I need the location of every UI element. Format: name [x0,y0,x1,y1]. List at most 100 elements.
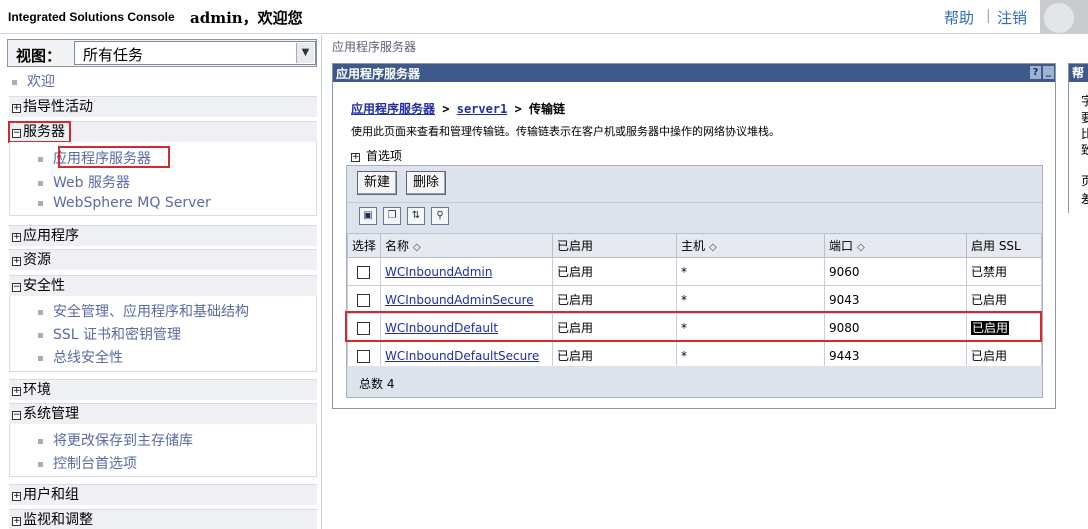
nav-welcome-link[interactable]: 欢迎 [12,71,55,91]
help-icon[interactable]: ? [1030,66,1041,79]
breadcrumb-current: 传输链 [529,102,566,116]
col-host[interactable]: 主机 ◇ [676,233,825,258]
row-checkbox[interactable] [357,293,370,307]
show-filter-icon[interactable]: ⇅ [407,207,425,225]
bullet-icon [38,461,43,467]
transport-chain-table: 选择 名称 ◇ 已启用 主机 ◇ 端口 ◇ 启用 SSL WCInboundAdmin… [347,233,1042,370]
nav-group-label: 用户和组 [23,487,79,503]
view-select-value: 所有任务 [83,46,144,64]
bullet-icon [38,180,43,186]
host-cell: * [676,285,825,314]
new-button[interactable]: 新建 [357,171,397,195]
chevron-down-icon[interactable]: ▼ [296,43,314,63]
host-cell: * [676,257,825,286]
expand-icon[interactable]: + [12,517,21,526]
nav-group-environment[interactable]: + 环境 [9,379,317,400]
col-port[interactable]: 端口 ◇ [824,233,967,258]
expand-icon[interactable]: + [12,104,21,113]
nav-item-ssl[interactable]: SSL 证书和密钥管理 [38,324,181,344]
expand-icon[interactable]: + [12,387,21,396]
sort-icon[interactable]: ◇ [709,242,717,253]
col-ssl: 启用 SSL [966,233,1042,258]
breadcrumb-separator: > [514,102,522,116]
highlight-box [8,121,71,143]
nav-item-label: 总线安全性 [53,350,123,366]
help-panel-title: 帮 [1069,64,1088,82]
col-name[interactable]: 名称 ◇ [380,233,553,258]
breadcrumb-app-servers[interactable]: 应用程序服务器 [351,102,435,116]
expand-icon[interactable]: + [12,257,21,266]
nav-item-label: 安全管理、应用程序和基础结构 [53,304,249,320]
row-checkbox[interactable] [357,349,370,363]
welcome-text: admin，欢迎您 [190,9,303,27]
nav-group-applications[interactable]: + 应用程序 [9,225,317,246]
total-count: 总数 4 [359,377,395,391]
port-cell: 9043 [824,285,967,314]
nav-group-label: 监视和调整 [23,512,93,528]
expand-icon[interactable]: + [12,492,21,501]
bullet-icon [38,438,43,444]
panel-header: 应用程序服务器 ? _ [333,64,1055,82]
nav-group-label: 安全性 [23,278,65,294]
nav-item-console-prefs[interactable]: 控制台首选项 [38,453,137,473]
nav-item-label: 控制台首选项 [53,456,137,472]
preferences-toggle[interactable]: + 首选项 [351,147,402,164]
help-link[interactable]: 帮助 [944,7,974,28]
nav-group-label: 资源 [23,252,51,268]
nav-item-mq-server[interactable]: WebSphere MQ Server [38,195,211,211]
panel-title: 应用程序服务器 [336,67,421,81]
brand-logo [1040,0,1088,34]
nav-group-guided[interactable]: + 指导性活动 [9,96,317,117]
chain-name-link[interactable]: WCInboundDefaultSecure [385,349,539,363]
select-all-icon[interactable]: ▣ [359,207,377,225]
navigation-tree: 视图： 所有任务 ▼ 欢迎 + 指导性活动 − 服务器 应用程序服务器 Web 服务… [0,35,322,529]
nav-item-security-admin[interactable]: 安全管理、应用程序和基础结构 [38,301,249,321]
nav-item-bus-security[interactable]: 总线安全性 [38,347,123,367]
breadcrumb-server1[interactable]: server1 [457,102,508,116]
chain-name-link[interactable]: WCInboundAdminSecure [385,293,534,307]
delete-button[interactable]: 删除 [406,171,446,195]
nav-item-save-changes[interactable]: 将更改保存到主存储库 [38,430,193,450]
expand-icon[interactable]: + [351,153,360,162]
nav-item-label: WebSphere MQ Server [53,195,211,211]
view-select[interactable]: 所有任务 ▼ [74,41,316,65]
table-header-row: 选择 名称 ◇ 已启用 主机 ◇ 端口 ◇ 启用 SSL [347,233,1042,258]
collapse-icon[interactable]: − [12,411,21,420]
expand-icon[interactable]: + [12,233,21,242]
minimize-icon[interactable]: _ [1043,66,1054,79]
help-text-fragment: 页 [1081,174,1088,188]
nav-group-sysadmin[interactable]: − 系统管理 [9,403,317,424]
nav-group-label: 指导性活动 [23,99,93,115]
bullet-icon [38,156,43,162]
bullet-icon [38,355,43,361]
clear-filter-icon[interactable]: ⚲ [431,207,449,225]
nav-group-label: 应用程序 [23,228,79,244]
enabled-cell: 已启用 [552,257,677,286]
button-bar: 新建 删除 [347,166,1042,199]
nav-item-web-servers[interactable]: Web 服务器 [38,172,130,192]
nav-group-label: 环境 [23,382,51,398]
table-row: WCInboundAdminSecure 已启用 * 9043 已启用 [347,285,1042,314]
nav-item-label: Web 服务器 [53,175,130,191]
bullet-icon [38,200,43,206]
breadcrumb: 应用程序服务器 > server1 > 传输链 [351,100,565,117]
table-row: WCInboundAdmin 已启用 * 9060 已禁用 [347,257,1042,286]
nav-group-users[interactable]: + 用户和组 [9,484,317,505]
collapse-icon[interactable]: − [12,283,21,292]
sort-icon[interactable]: ◇ [413,242,421,253]
nav-group-monitoring[interactable]: + 监视和调整 [9,509,317,529]
nav-group-resources[interactable]: + 资源 [9,249,317,270]
sort-icon[interactable]: ◇ [857,242,865,253]
nav-item-label: SSL 证书和密钥管理 [53,327,182,343]
help-text-fragment: 致 [1081,143,1088,157]
chain-name-link[interactable]: WCInboundAdmin [385,265,492,279]
deselect-all-icon[interactable]: ❐ [383,207,401,225]
row-checkbox[interactable] [357,265,370,279]
logout-link[interactable]: 注销 [997,7,1027,28]
bullet-icon [38,332,43,338]
breadcrumb-separator: > [442,102,450,116]
enabled-cell: 已启用 [552,285,677,314]
help-text-fragment: 差 [1081,192,1088,206]
nav-group-security[interactable]: − 安全性 [9,275,317,296]
nav-group-label: 系统管理 [23,406,79,422]
